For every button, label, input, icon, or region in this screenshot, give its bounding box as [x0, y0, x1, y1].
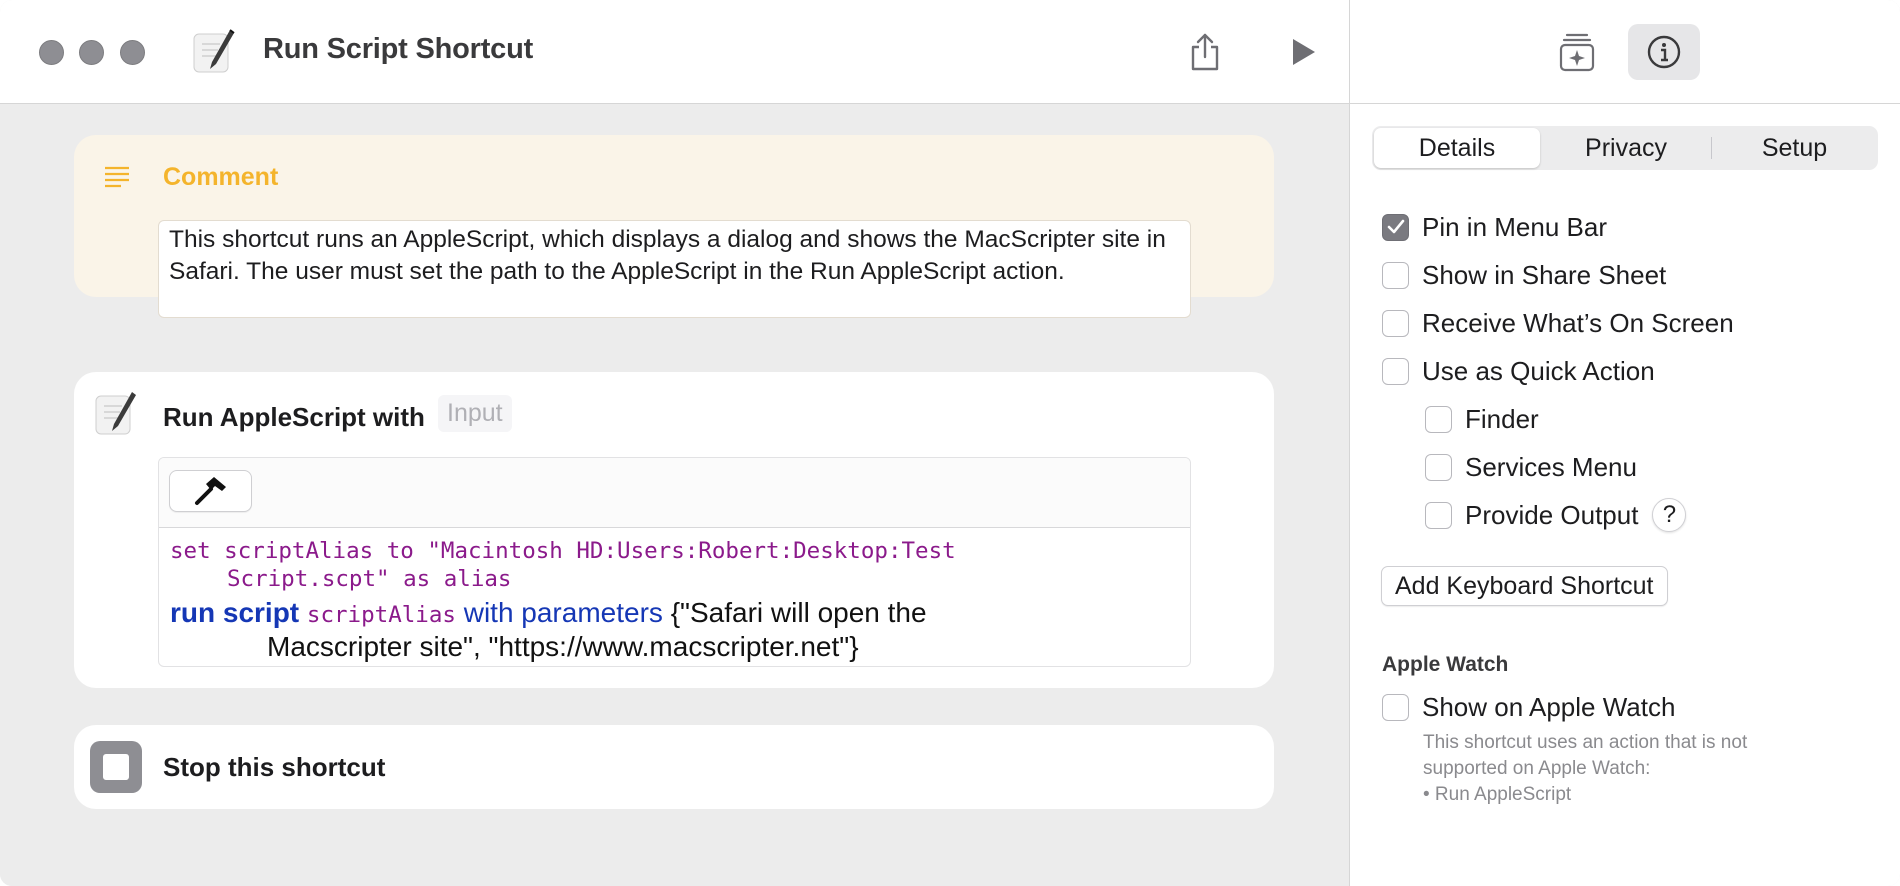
- code-line: set scriptAlias to "Macintosh HD:Users:R…: [170, 538, 956, 564]
- hammer-icon: [194, 477, 226, 505]
- receive-on-screen-option[interactable]: Receive What’s On Screen: [1382, 306, 1734, 340]
- checkbox[interactable]: [1382, 357, 1409, 385]
- use-as-quick-action-option[interactable]: Use as Quick Action: [1382, 354, 1655, 388]
- code-line: run script scriptAlias with parameters {…: [170, 596, 927, 632]
- window-title: Run Script Shortcut: [263, 33, 534, 65]
- run-button[interactable]: [1276, 26, 1330, 78]
- checkbox[interactable]: [1382, 309, 1409, 337]
- close-button[interactable]: [39, 40, 64, 65]
- action-title: Stop this shortcut: [163, 752, 386, 782]
- note-line: supported on Apple Watch:: [1423, 758, 1651, 779]
- stop-icon: [90, 741, 142, 793]
- code-toolbar: [159, 458, 1190, 528]
- code-command: with parameters: [463, 597, 663, 628]
- option-label: Provide Output: [1465, 499, 1639, 530]
- compile-button[interactable]: [169, 470, 252, 512]
- checkbox[interactable]: [1382, 693, 1409, 721]
- option-label: Finder: [1465, 403, 1539, 434]
- title-bar: Run Script Shortcut: [0, 0, 1349, 104]
- input-variable-token[interactable]: Input: [438, 395, 512, 432]
- checkbox[interactable]: [1425, 405, 1452, 433]
- zoom-button[interactable]: [120, 40, 145, 65]
- info-icon: [1647, 35, 1681, 69]
- library-sparkle-icon: [1559, 33, 1595, 72]
- script-code-editor[interactable]: set scriptAlias to "Macintosh HD:Users:R…: [158, 457, 1191, 667]
- apple-watch-heading: Apple Watch: [1382, 653, 1509, 676]
- tab-details[interactable]: Details: [1374, 128, 1540, 168]
- run-applescript-action[interactable]: Run AppleScript with Input set scriptAli…: [74, 372, 1274, 688]
- shortcut-details-button[interactable]: [1628, 24, 1700, 80]
- show-in-share-sheet-option[interactable]: Show in Share Sheet: [1382, 258, 1666, 292]
- show-on-apple-watch-option[interactable]: Show on Apple Watch: [1382, 690, 1675, 724]
- details-sidebar: Details Privacy Setup Pin in Menu Bar Sh…: [1349, 0, 1900, 886]
- services-menu-option[interactable]: Services Menu: [1425, 450, 1637, 484]
- comment-action[interactable]: Comment This shortcut runs an AppleScrip…: [74, 135, 1274, 318]
- option-label: Show on Apple Watch: [1422, 691, 1676, 722]
- comment-text-field[interactable]: This shortcut runs an AppleScript, which…: [158, 220, 1191, 318]
- pin-in-menu-bar-option[interactable]: Pin in Menu Bar: [1382, 210, 1607, 244]
- sidebar-toolbar: [1350, 0, 1900, 104]
- tab-privacy[interactable]: Privacy: [1542, 128, 1710, 168]
- finder-option[interactable]: Finder: [1425, 402, 1539, 436]
- play-icon: [1293, 39, 1315, 65]
- comment-label: Comment: [163, 163, 279, 191]
- option-label: Show in Share Sheet: [1422, 259, 1667, 290]
- code-variable: scriptAlias: [306, 602, 456, 628]
- checkbox[interactable]: [1425, 453, 1452, 481]
- help-button[interactable]: ?: [1652, 498, 1687, 532]
- stop-shortcut-action[interactable]: Stop this shortcut: [74, 725, 1274, 809]
- apple-watch-note: This shortcut uses an action that is not…: [1423, 730, 1823, 808]
- action-library-button[interactable]: [1541, 24, 1613, 80]
- checkbox[interactable]: [1425, 501, 1452, 529]
- segment-divider: [1711, 137, 1712, 159]
- option-label: Pin in Menu Bar: [1422, 211, 1607, 242]
- share-button[interactable]: [1178, 26, 1232, 78]
- checkmark-icon: [1387, 219, 1404, 234]
- shortcuts-window: Run Script Shortcut Comment This shortcu…: [0, 0, 1900, 886]
- checkbox[interactable]: [1382, 261, 1409, 289]
- tab-setup[interactable]: Setup: [1713, 128, 1876, 168]
- checkbox-checked[interactable]: [1382, 213, 1409, 241]
- provide-output-option[interactable]: Provide Output ?: [1425, 498, 1687, 532]
- code-string: {"Safari will open the: [670, 597, 927, 628]
- script-editor-icon: [94, 390, 138, 436]
- note-line: This shortcut uses an action that is not: [1423, 732, 1748, 753]
- share-icon: [1191, 33, 1219, 71]
- details-segmented-control: Details Privacy Setup: [1372, 126, 1878, 170]
- code-keyword: run script: [170, 597, 300, 628]
- code-line: Macscripter site", "https://www.macscrip…: [267, 631, 859, 662]
- option-label: Use as Quick Action: [1422, 355, 1655, 386]
- shortcut-editor: Comment This shortcut runs an AppleScrip…: [0, 105, 1349, 886]
- lines-icon: [104, 165, 130, 189]
- option-label: Services Menu: [1465, 451, 1637, 482]
- minimize-button[interactable]: [79, 40, 104, 65]
- add-keyboard-shortcut-button[interactable]: Add Keyboard Shortcut: [1381, 566, 1668, 606]
- script-editor-icon: [192, 28, 236, 74]
- action-title: Run AppleScript with: [163, 402, 425, 432]
- note-line: • Run AppleScript: [1423, 784, 1572, 805]
- option-label: Receive What’s On Screen: [1422, 307, 1734, 338]
- code-line: Script.scpt" as alias: [227, 566, 512, 592]
